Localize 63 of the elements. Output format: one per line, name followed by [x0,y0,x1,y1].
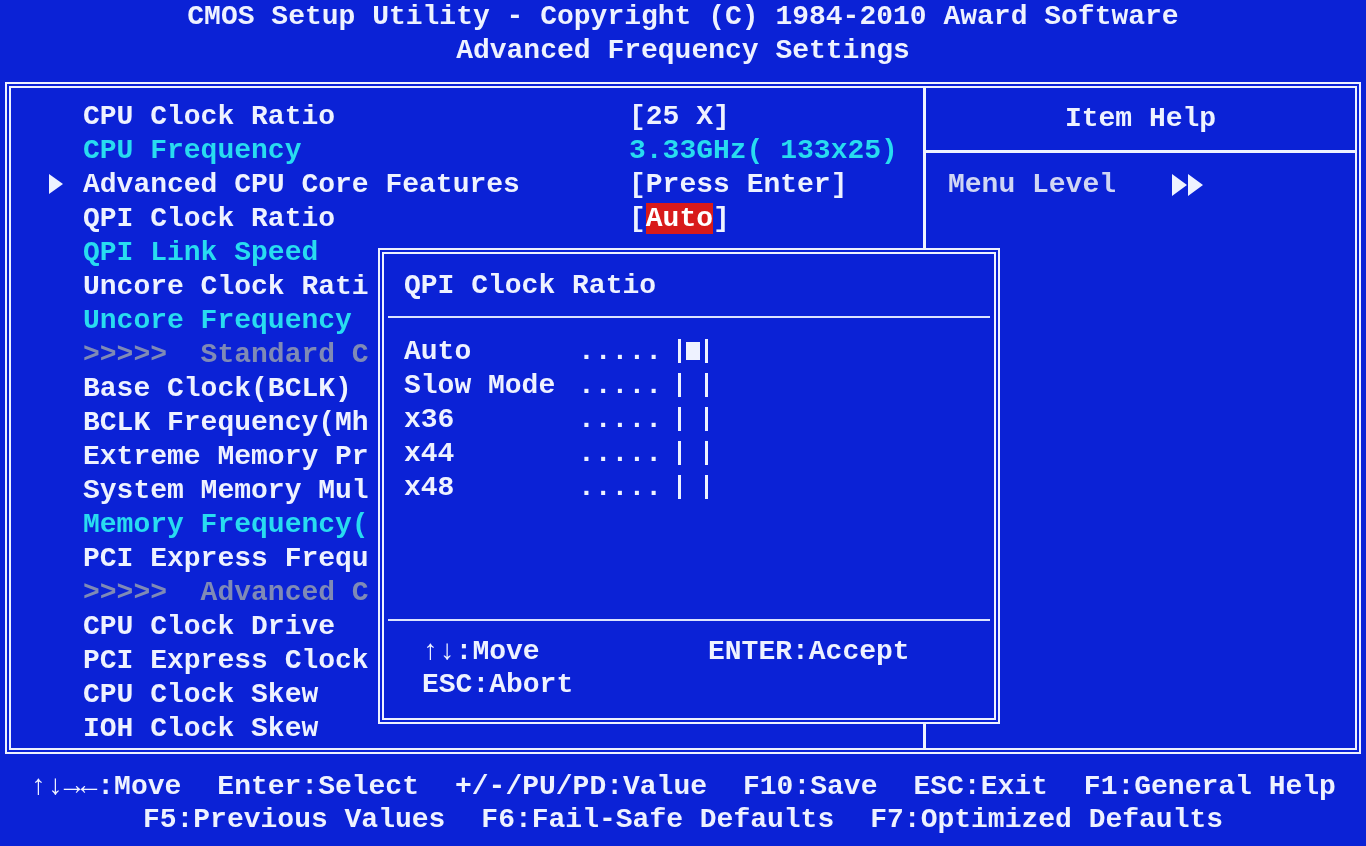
bracket: [ [629,168,646,200]
setting-label[interactable]: PCI Express Clock [83,644,369,676]
option-label[interactable]: x36 [404,403,578,435]
setting-label: QPI Link Speed [83,236,319,268]
setting-label[interactable]: QPI Clock Ratio [83,202,336,234]
option-checkbox[interactable] [678,475,708,499]
key-hint: F1:General Help [1083,771,1336,802]
setting-label[interactable]: IOH Clock Skew [83,712,319,744]
setting-label[interactable]: System Memory Mul [83,474,369,506]
key-hint: F5:Previous Values [142,804,446,835]
key-hint: F10:Save [743,771,878,802]
setting-label: Uncore Frequency [83,304,352,336]
key-hint: Enter:Select [217,771,419,802]
pointer-triangle-icon [49,174,63,194]
option-label[interactable]: x48 [404,471,578,503]
page-title: Advanced Frequency Settings [456,34,910,68]
bracket: ] [713,100,730,132]
section-header: >>>>> Standard C [83,338,369,370]
section-header: >>>>> Advanced C [83,576,369,608]
setting-label[interactable]: PCI Express Frequ [83,542,369,574]
setting-label: CPU Frequency [83,134,302,166]
setting-label[interactable]: Base Clock(BCLK) [83,372,352,404]
key-hint: ESC:Abort [422,669,575,700]
double-triangle-icon [1172,173,1205,196]
setting-label: Memory Frequency( [83,508,369,540]
bracket: ] [830,168,848,200]
leader-dots: ..... [578,471,663,503]
option-checkbox[interactable] [678,339,708,363]
leader-dots: ..... [578,437,663,469]
key-hint: ENTER:Accept [708,636,911,667]
key-hint: ESC:Exit [913,771,1048,802]
key-hint: F6:Fail-Safe Defaults [481,804,835,835]
leader-dots: ..... [578,335,663,367]
popup-title: QPI Clock Ratio [403,269,658,303]
setting-value[interactable]: 25 X [645,100,714,132]
setting-value[interactable]: Auto [645,202,714,234]
option-checkbox[interactable] [678,373,708,397]
menu-level-label: Menu Level [948,169,1117,200]
setting-value: 3.33GHz( 133x25) [629,134,898,166]
setting-label[interactable]: BCLK Frequency(Mh [83,406,369,438]
setting-value[interactable]: Press Enter [645,168,831,200]
option-label[interactable]: Slow Mode [404,369,578,401]
key-hint: ↑↓:Move [422,636,541,667]
key-hint: +/-/PU/PD:Value [454,771,707,802]
key-hint: F7:Optimized Defaults [870,804,1224,835]
bracket: [ [629,202,646,234]
setting-label[interactable]: CPU Clock Ratio [83,100,336,132]
setting-label[interactable]: CPU Clock Drive [83,610,336,642]
option-checkbox[interactable] [678,441,708,465]
setting-label[interactable]: Uncore Clock Rati [83,270,369,302]
option-checkbox[interactable] [678,407,708,431]
setting-label[interactable]: CPU Clock Skew [83,678,319,710]
window-title: CMOS Setup Utility - Copyright (C) 1984-2010 Award Software [187,0,1179,34]
leader-dots: ..... [578,403,663,435]
option-label[interactable]: x44 [404,437,578,469]
setting-label[interactable]: Advanced CPU Core Features [83,168,520,200]
bracket: [ [629,100,646,132]
leader-dots: ..... [578,369,663,401]
help-title: Item Help [926,88,1355,153]
setting-label[interactable]: Extreme Memory Pr [83,440,369,472]
option-label[interactable]: Auto [404,335,578,367]
key-hint: ↑↓→←:Move [30,771,182,802]
bracket: ] [713,202,730,234]
